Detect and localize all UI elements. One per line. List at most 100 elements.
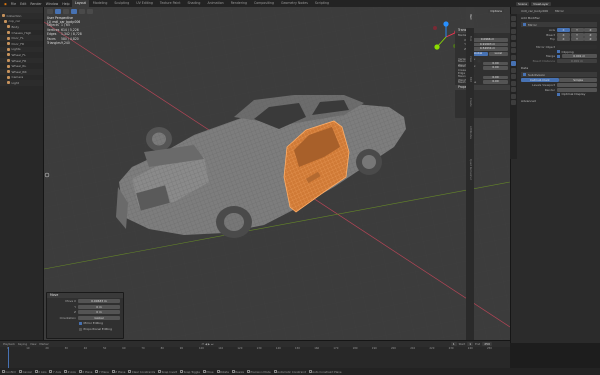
subdivision-modifier-name[interactable]: Subdivision <box>528 73 545 77</box>
properties-panel-title[interactable]: Properties <box>455 85 510 91</box>
scene-tab-icon[interactable] <box>511 41 516 47</box>
view-layer-selector[interactable]: ViewLayer <box>531 1 551 6</box>
current-frame-field[interactable]: 1 <box>450 341 457 346</box>
advanced-subpanel[interactable]: Advanced <box>521 99 597 103</box>
3d-viewport[interactable]: Options User Perspective (1) mdl_car_bod… <box>44 7 510 340</box>
material-tab-icon[interactable] <box>511 93 516 99</box>
ruler-tick-label: 180 <box>352 347 358 350</box>
axis-y-toggle[interactable]: Y <box>570 28 584 33</box>
play-controls-icon[interactable]: ⏮ ◀ ▶ ⏭ <box>202 342 214 346</box>
face-select-button[interactable] <box>87 8 93 14</box>
world-tab-icon[interactable] <box>511 48 516 53</box>
sidebar-tab[interactable]: Attributes <box>466 115 474 149</box>
options-dropdown[interactable]: Options <box>488 9 504 13</box>
proportional-editing-checkbox[interactable] <box>79 327 82 331</box>
sidebar-tab[interactable]: Edit <box>466 69 474 90</box>
operator-field-value[interactable]: 0.00633 m <box>78 299 120 304</box>
orientation-dropdown[interactable]: Global <box>78 315 120 320</box>
tab-animation[interactable]: Animation <box>204 0 227 7</box>
outliner-item[interactable]: Light <box>0 80 43 86</box>
subdivision-modifier-header[interactable]: Subdivision <box>521 72 597 78</box>
viewport-scene[interactable] <box>44 7 510 340</box>
operator-field-value[interactable]: 0 m <box>78 304 120 309</box>
mirror-modifier-name[interactable]: Mirror <box>528 23 537 27</box>
start-frame-field[interactable]: 1 <box>467 341 474 346</box>
view-layer-tab-icon[interactable] <box>511 35 516 40</box>
timeline-ruler[interactable]: 0102030405060708090100110120130140150160… <box>0 347 510 351</box>
vertex-select-button[interactable] <box>71 8 77 14</box>
clipping-checkbox[interactable] <box>557 50 560 54</box>
mirror-modifier-header[interactable]: Mirror <box>521 22 597 27</box>
simple-button[interactable]: Simple <box>559 78 597 83</box>
mirror-object-field[interactable] <box>557 45 597 50</box>
playback-menu[interactable]: Playback <box>3 342 15 346</box>
keying-menu[interactable]: Keying <box>18 342 27 346</box>
render-levels-field[interactable] <box>557 87 597 92</box>
menu-render[interactable]: Render <box>28 2 43 6</box>
edit-mode-button[interactable] <box>55 8 61 14</box>
menu-help[interactable]: Help <box>60 2 71 6</box>
tab-layout[interactable]: Layout <box>71 0 90 7</box>
bisect-y-toggle[interactable]: Y <box>570 32 584 37</box>
physics-tab-icon[interactable] <box>511 74 516 79</box>
object-tab-icon[interactable] <box>511 54 516 60</box>
tool-tab-icon[interactable] <box>511 15 516 21</box>
playhead[interactable] <box>8 347 9 369</box>
sidebar-tab[interactable]: Quad Remesher <box>466 149 474 190</box>
flip-y-toggle[interactable]: Y <box>570 37 584 42</box>
view-menu-button[interactable] <box>63 8 69 14</box>
tab-shading[interactable]: Shading <box>184 0 204 7</box>
particles-tab-icon[interactable] <box>511 67 516 73</box>
sidebar-tab[interactable]: Item <box>466 7 474 28</box>
ruler-tick-label: 120 <box>237 347 243 350</box>
tab-scripting[interactable]: Scripting <box>311 0 332 7</box>
operator-field-value[interactable]: 0 m <box>78 310 120 315</box>
scene-selector[interactable]: Scene <box>516 1 530 6</box>
tab-sculpting[interactable]: Sculpting <box>111 0 133 7</box>
bisect-z-toggle[interactable]: Z <box>584 32 597 37</box>
add-modifier-button[interactable]: Add Modifier <box>521 16 597 21</box>
menu-edit[interactable]: Edit <box>18 2 28 6</box>
sidebar-tab[interactable]: Tool <box>466 28 474 49</box>
flip-z-toggle[interactable]: Z <box>584 37 597 42</box>
levels-viewport-field[interactable] <box>557 83 597 88</box>
render-tab-icon[interactable] <box>511 22 516 27</box>
optimal-display-checkbox[interactable] <box>557 92 560 96</box>
data-subpanel[interactable]: Data <box>521 66 597 71</box>
operator-title[interactable]: Move <box>47 293 123 298</box>
sidebar-tab[interactable]: View <box>466 49 474 70</box>
edge-select-button[interactable] <box>79 8 85 14</box>
blender-logo-icon[interactable]: ◉ <box>2 2 9 6</box>
end-frame-field[interactable]: 250 <box>482 341 492 346</box>
menu-file[interactable]: File <box>9 2 18 6</box>
modifier-wrench-icon[interactable] <box>511 61 516 66</box>
tab-rendering[interactable]: Rendering <box>227 0 250 7</box>
editor-type-button[interactable] <box>47 8 53 14</box>
mirror-editing-checkbox[interactable] <box>79 321 82 325</box>
tab-texture-paint[interactable]: Texture Paint <box>156 0 184 7</box>
output-tab-icon[interactable] <box>511 28 516 34</box>
constraints-tab-icon[interactable] <box>511 80 516 86</box>
tab-compositing[interactable]: Compositing <box>251 0 278 7</box>
bisect-x-toggle[interactable]: X <box>557 32 570 37</box>
axis-x-toggle[interactable]: X <box>557 28 570 33</box>
texture-tab-icon[interactable] <box>511 100 516 105</box>
data-tab-icon[interactable] <box>511 87 516 92</box>
view-menu[interactable]: View <box>30 342 36 346</box>
npanel-field-value[interactable]: 0.00 <box>483 80 508 85</box>
bisect-distance-field[interactable]: 0.001 m <box>557 58 597 63</box>
tab-geometry-nodes[interactable]: Geometry Nodes <box>277 0 311 7</box>
sidebar-tab[interactable]: Create <box>466 90 474 115</box>
npanel-field-value[interactable]: 0.00 <box>483 65 508 71</box>
catmull-clark-button[interactable]: Catmull-Clark <box>521 78 559 83</box>
marker-menu[interactable]: Marker <box>39 342 48 346</box>
tab-modeling[interactable]: Modeling <box>89 0 111 7</box>
local-space-button[interactable]: Local <box>488 51 508 56</box>
flip-x-toggle[interactable]: X <box>557 37 570 42</box>
mirror-object-row: Mirror Object <box>521 45 597 50</box>
merge-distance-field[interactable]: 0.001 m <box>561 54 597 59</box>
menu-window[interactable]: Window <box>44 2 61 6</box>
axis-z-toggle[interactable]: Z <box>584 28 597 33</box>
merge-checkbox[interactable] <box>557 54 560 58</box>
tab-uv-editing[interactable]: UV Editing <box>133 0 157 7</box>
